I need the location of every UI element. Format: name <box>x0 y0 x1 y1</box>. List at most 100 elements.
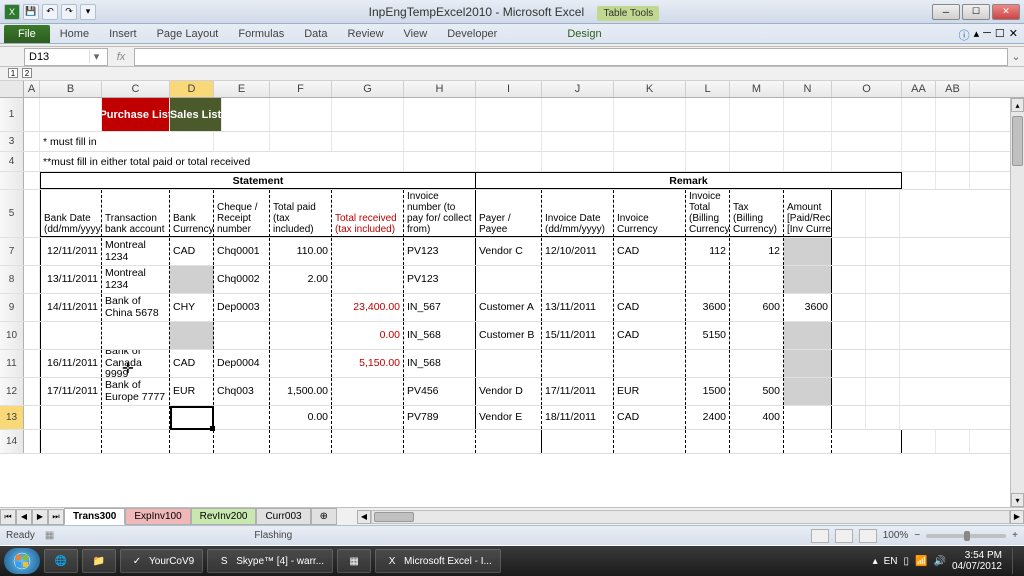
cell[interactable] <box>866 322 900 349</box>
cell[interactable] <box>542 430 614 453</box>
header-bank_date[interactable]: Bank Date (dd/mm/yyyy) <box>40 190 102 237</box>
cell[interactable] <box>40 98 102 131</box>
data-cell[interactable]: CAD <box>614 294 686 321</box>
data-cell[interactable]: 12 <box>730 238 784 265</box>
note-must-fill[interactable]: * must fill in <box>40 132 214 151</box>
taskbar-item-5[interactable]: XMicrosoft Excel - I... <box>375 549 501 573</box>
taskbar-item-3[interactable]: SSkype™ [4] - warr... <box>207 549 333 573</box>
cell[interactable] <box>784 430 832 453</box>
header-tax[interactable]: Tax (Billing Currency) <box>730 190 784 237</box>
cell[interactable] <box>832 406 866 429</box>
cell[interactable] <box>476 152 542 171</box>
cell[interactable] <box>730 98 784 131</box>
data-cell[interactable]: 13/11/2011 <box>542 294 614 321</box>
cell[interactable] <box>784 132 832 151</box>
scroll-down-icon[interactable]: ▾ <box>1011 493 1024 507</box>
sheet-prev-icon[interactable]: ◀ <box>16 509 32 525</box>
data-cell[interactable] <box>730 350 784 377</box>
ribbon-tab-design[interactable]: Design <box>557 25 611 43</box>
ribbon-tab-formulas[interactable]: Formulas <box>228 25 294 43</box>
cell[interactable] <box>936 132 970 151</box>
cell[interactable] <box>614 132 686 151</box>
data-cell[interactable] <box>332 378 404 405</box>
view-normal-icon[interactable] <box>811 529 829 543</box>
col-header-E[interactable]: E <box>214 81 270 97</box>
ribbon-tab-data[interactable]: Data <box>294 25 337 43</box>
ribbon-tab-home[interactable]: Home <box>50 25 99 43</box>
cell[interactable] <box>332 98 404 131</box>
data-cell[interactable]: Vendor E <box>476 406 542 429</box>
show-desktop-button[interactable] <box>1012 548 1020 574</box>
cell[interactable] <box>902 152 936 171</box>
data-cell[interactable] <box>784 350 832 377</box>
cell[interactable] <box>404 132 476 151</box>
data-cell[interactable]: CHY <box>170 294 214 321</box>
workbook-close-icon[interactable]: ✕ <box>1009 27 1018 43</box>
data-cell[interactable] <box>332 266 404 293</box>
cell[interactable] <box>102 430 170 453</box>
data-cell[interactable] <box>730 266 784 293</box>
cell[interactable] <box>784 152 832 171</box>
col-header-AB[interactable]: AB <box>936 81 970 97</box>
tray-lang[interactable]: EN <box>884 556 898 567</box>
data-cell[interactable]: Chq003 <box>214 378 270 405</box>
data-cell[interactable]: 23,400.00 <box>332 294 404 321</box>
close-button[interactable]: ✕ <box>992 4 1020 20</box>
row-header-8[interactable]: 8 <box>0 266 24 293</box>
cell[interactable] <box>832 152 902 171</box>
col-header-H[interactable]: H <box>404 81 476 97</box>
data-cell[interactable]: Montreal 1234 <box>102 266 170 293</box>
header-trans_acct[interactable]: Transaction bank account <box>102 190 170 237</box>
data-cell[interactable]: Bank of Europe 7777 <box>102 378 170 405</box>
header-inv_date[interactable]: Invoice Date (dd/mm/yyyy) <box>542 190 614 237</box>
row-header-blank[interactable] <box>0 172 24 189</box>
cell[interactable] <box>866 294 900 321</box>
cell[interactable] <box>832 378 866 405</box>
data-cell[interactable]: Montreal 1234 <box>102 238 170 265</box>
data-cell[interactable]: CAD <box>614 238 686 265</box>
data-cell[interactable] <box>102 406 170 429</box>
zoom-level[interactable]: 100% <box>883 530 909 541</box>
row-header-7[interactable]: 7 <box>0 238 24 265</box>
data-cell[interactable]: 17/11/2011 <box>40 378 102 405</box>
data-cell[interactable] <box>170 322 214 349</box>
cell[interactable] <box>866 378 900 405</box>
ribbon-tab-page-layout[interactable]: Page Layout <box>147 25 229 43</box>
cell[interactable] <box>832 266 866 293</box>
cell[interactable] <box>832 322 866 349</box>
data-cell[interactable]: Customer B <box>476 322 542 349</box>
cell[interactable] <box>686 152 730 171</box>
cell[interactable] <box>24 266 40 293</box>
data-cell[interactable]: Bank of China 5678 <box>102 294 170 321</box>
hscroll-left-icon[interactable]: ◀ <box>357 510 371 524</box>
outline-level-2[interactable]: 2 <box>22 68 32 78</box>
sheet-last-icon[interactable]: ⏭ <box>48 509 64 525</box>
col-header-AA[interactable]: AA <box>902 81 936 97</box>
col-header-J[interactable]: J <box>542 81 614 97</box>
data-cell[interactable]: IN_568 <box>404 350 476 377</box>
name-box[interactable]: D13 ▾ <box>24 48 108 66</box>
data-cell[interactable]: PV123 <box>404 266 476 293</box>
help-icon[interactable]: ⓘ <box>959 27 970 43</box>
cell[interactable] <box>614 430 686 453</box>
data-cell[interactable]: 2.00 <box>270 266 332 293</box>
undo-icon[interactable]: ↶ <box>42 4 58 20</box>
row-header-5[interactable]: 5 <box>0 190 24 237</box>
data-cell[interactable]: Chq0001 <box>214 238 270 265</box>
data-cell[interactable]: 0.00 <box>332 322 404 349</box>
col-header-D[interactable]: D <box>170 81 214 97</box>
data-cell[interactable]: PV123 <box>404 238 476 265</box>
cell[interactable] <box>902 172 936 189</box>
cell[interactable] <box>24 172 40 189</box>
col-header-M[interactable]: M <box>730 81 784 97</box>
insert-sheet-icon[interactable]: ⊕ <box>311 508 337 525</box>
data-cell[interactable]: 500 <box>730 378 784 405</box>
cell[interactable] <box>832 238 866 265</box>
row-header-3[interactable]: 3 <box>0 132 24 151</box>
cell[interactable] <box>902 430 936 453</box>
cell[interactable] <box>222 98 270 131</box>
data-cell[interactable]: 16/11/2011 <box>40 350 102 377</box>
cell[interactable] <box>902 132 936 151</box>
vscroll-thumb[interactable] <box>1012 116 1023 166</box>
sheet-first-icon[interactable]: ⏮ <box>0 509 16 525</box>
